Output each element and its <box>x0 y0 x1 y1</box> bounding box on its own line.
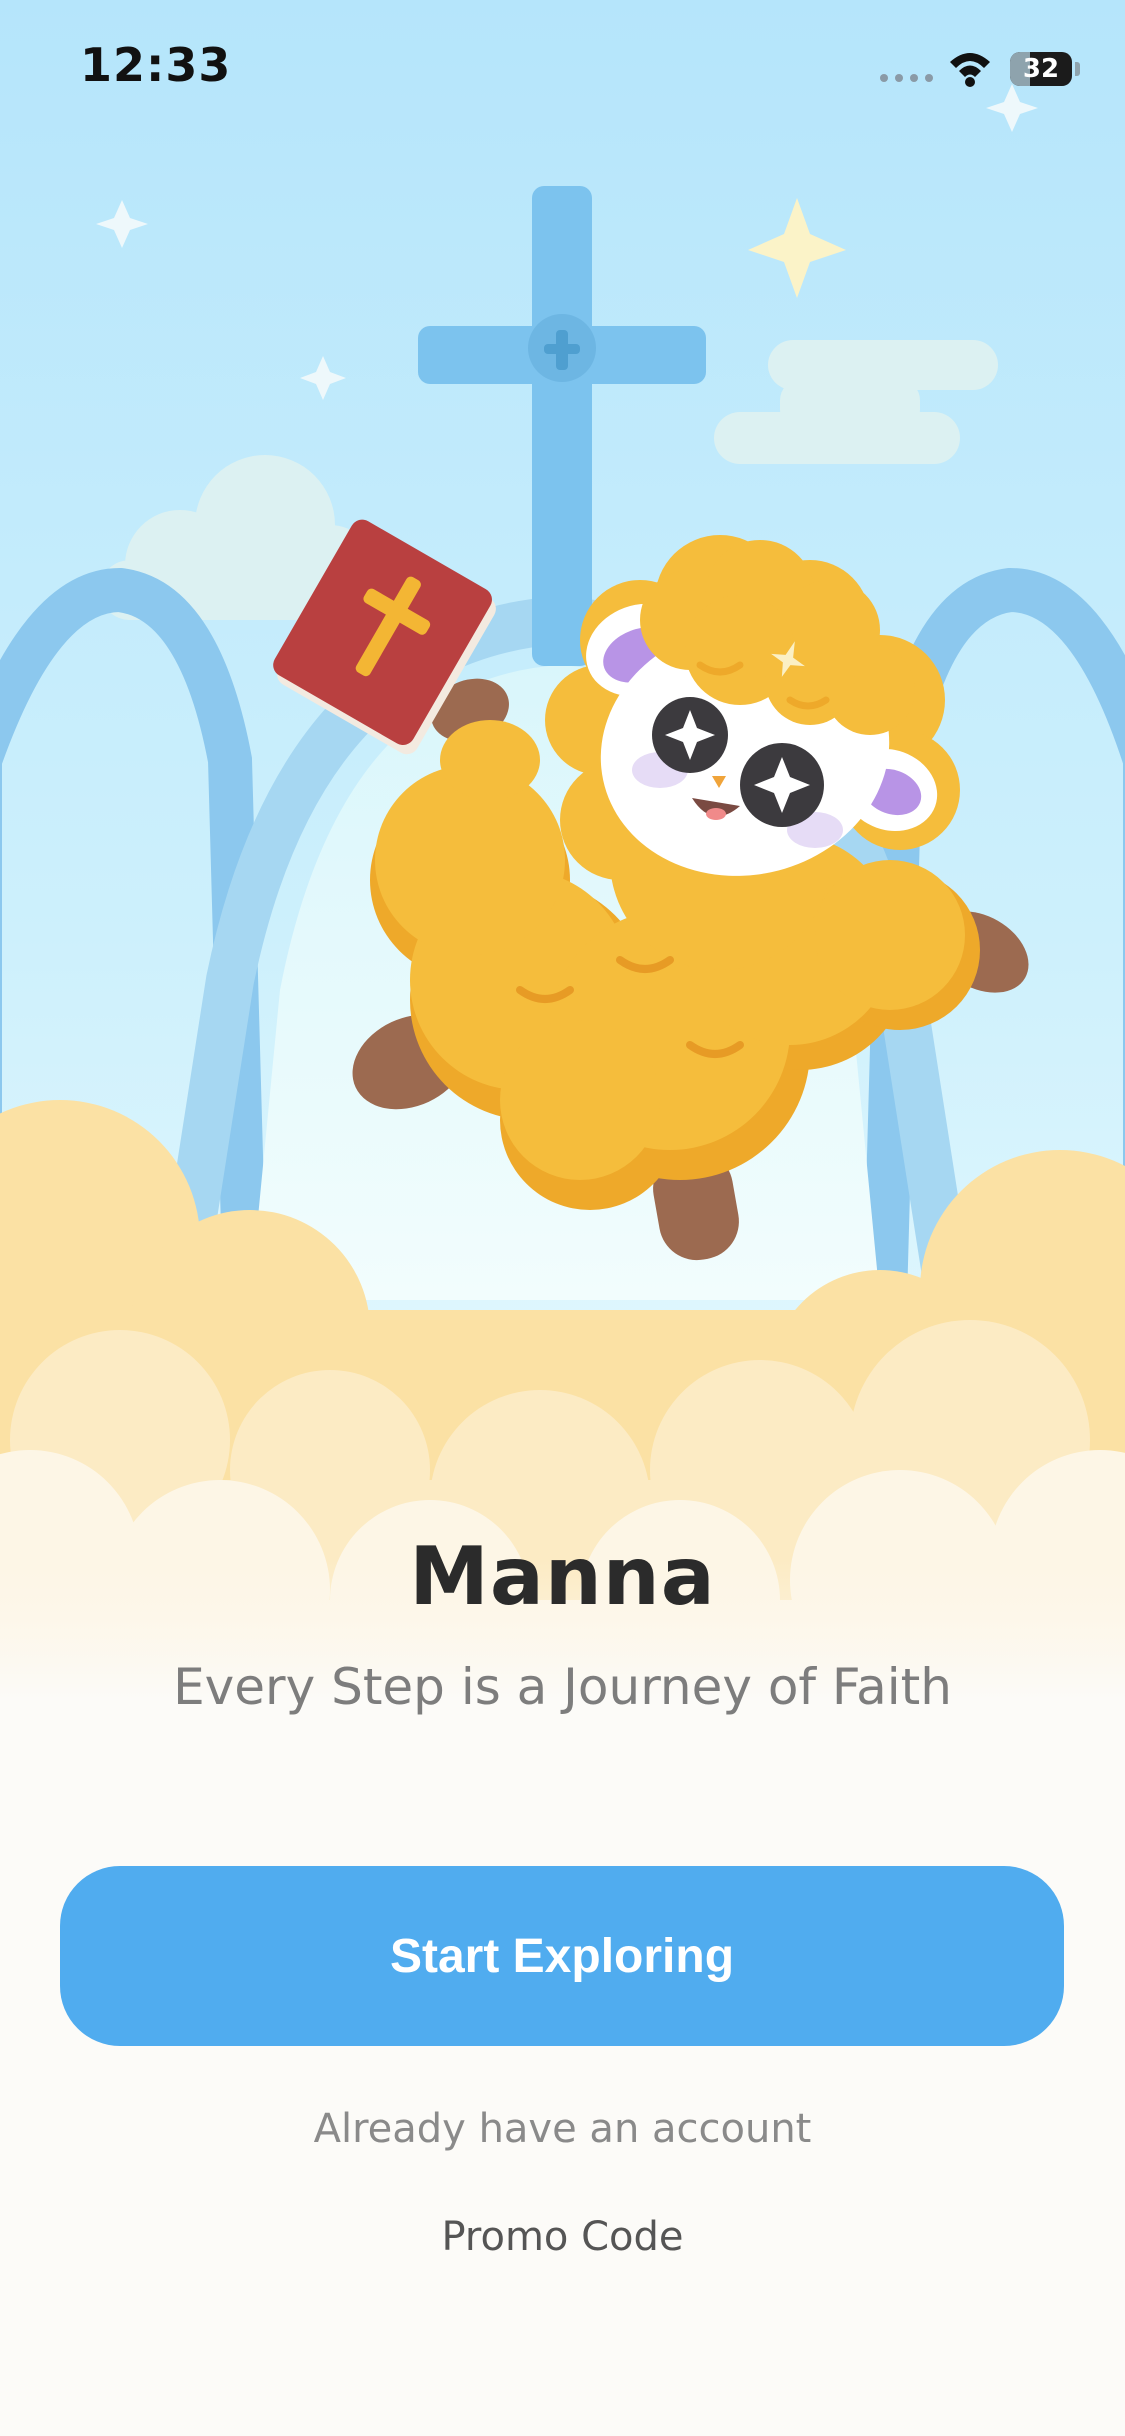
login-link[interactable]: Already have an account <box>0 2106 1125 2152</box>
tagline: Every Step is a Journey of Faith <box>173 1658 952 1716</box>
status-time: 12:33 <box>80 38 232 92</box>
cellular-signal-icon <box>880 74 933 82</box>
promo-code-link[interactable]: Promo Code <box>0 2214 1125 2260</box>
battery-level: 32 <box>1022 54 1060 84</box>
wifi-icon <box>950 53 990 87</box>
hero-illustration <box>0 0 1125 1700</box>
welcome-screen: 12:33 32 Manna Every Step is a Journey o… <box>0 0 1125 2436</box>
app-title: Manna <box>409 1530 716 1623</box>
battery-cap <box>1075 62 1080 76</box>
status-bar: 12:33 32 <box>0 0 1125 140</box>
battery-icon: 32 <box>1010 52 1072 86</box>
start-exploring-button[interactable]: Start Exploring <box>60 1866 1064 2046</box>
